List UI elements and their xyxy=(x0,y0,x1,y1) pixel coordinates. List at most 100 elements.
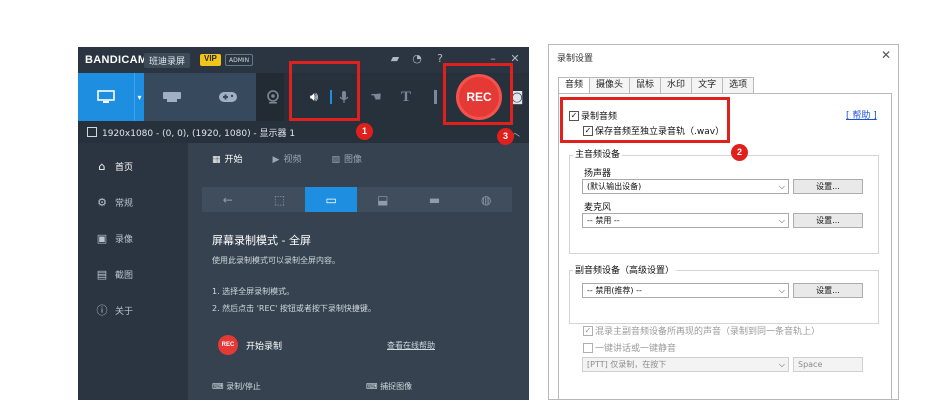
sidebar: ⌂ 首页 ⚙ 常规 ▣ 录像 ▤ 截图 ⓘ 关于 xyxy=(78,143,188,400)
sidebar-item-label: 录像 xyxy=(115,234,134,245)
chevron-down-icon: ⌵ xyxy=(778,216,785,225)
secondary-device-select[interactable]: -- 禁用(推荐) -- ⌵ xyxy=(582,283,789,298)
microphone-select[interactable]: -- 禁用 -- ⌵ xyxy=(582,213,789,228)
microphone-value: -- 禁用 -- xyxy=(587,216,620,225)
mode-hdmi[interactable]: ▬ xyxy=(409,187,461,212)
mix-audio-checkbox[interactable]: ✓ 混录主副音频设备所再现的声音（录制到同一条音轨上） xyxy=(583,324,820,337)
cursor-effect-toggle[interactable]: ☚ xyxy=(366,73,386,121)
sidebar-item-label: 首页 xyxy=(115,162,134,173)
speaker-settings-button[interactable]: 设置... xyxy=(793,179,863,194)
tab-webcam[interactable]: 摄像头 xyxy=(589,77,631,93)
app-name: 班迪录屏 xyxy=(144,53,191,68)
hdmi-icon xyxy=(163,92,181,102)
rec-mini-icon: REC xyxy=(218,335,238,355)
mode-game[interactable]: ◍ xyxy=(460,187,512,212)
cursor-icon: ☚ xyxy=(370,89,382,105)
close-icon[interactable]: ✕ xyxy=(881,48,891,62)
back-button[interactable]: ← xyxy=(202,187,254,212)
gear-icon: ⚙ xyxy=(97,195,107,209)
film-icon: ▦ xyxy=(212,155,221,165)
sidebar-item-video[interactable]: ▣ 录像 xyxy=(78,221,188,255)
sidebar-item-general[interactable]: ⚙ 常规 xyxy=(78,185,188,219)
ptt-hotkey-field[interactable]: Space xyxy=(793,357,863,372)
mode-title: 屏幕录制模式 - 全屏 xyxy=(212,234,311,247)
chevron-down-icon: ⌵ xyxy=(778,182,785,191)
tab-label: 视频 xyxy=(283,155,302,165)
pause-toggle[interactable] xyxy=(430,73,440,121)
speaker-label: 扬声器 xyxy=(584,169,612,179)
sidebar-item-home[interactable]: ⌂ 首页 xyxy=(78,149,188,183)
sidebar-item-label: 关于 xyxy=(115,306,134,317)
webcam-toggle[interactable] xyxy=(258,73,288,121)
main-panel: ▦ 开始 ▶ 视频 ▨ 图像 ← ⬚ ▭ ⬓ ▬ ◍ 屏幕录制模式 - 全屏 使用此录… xyxy=(188,143,529,400)
keyboard-icon: ⌨ xyxy=(366,382,381,391)
arrow-left-icon: ← xyxy=(222,192,233,207)
sidebar-item-about[interactable]: ⓘ 关于 xyxy=(78,293,188,327)
ptt-mode-value: [PTT] 仅录制，在按下 xyxy=(587,360,667,369)
push-to-talk-checkbox[interactable]: 一键讲话或一键静音 xyxy=(583,341,676,354)
image-icon: ▤ xyxy=(96,267,108,281)
hotkey-record-stop: ⌨ 录制/停止 xyxy=(212,381,261,392)
monitor-icon xyxy=(97,90,115,103)
online-help-link[interactable]: 查看在线帮助 xyxy=(387,340,435,351)
tab-start[interactable]: ▦ 开始 xyxy=(212,152,243,165)
help-link[interactable]: [ 帮助 ] xyxy=(846,108,877,121)
capture-info-text: 1920x1080 - (0, 0), (1920, 1080) - 显示器 1 xyxy=(102,129,296,139)
main-tabs: ▦ 开始 ▶ 视频 ▨ 图像 xyxy=(212,152,362,165)
secondary-device-value: -- 禁用(推荐) -- xyxy=(587,286,642,295)
speaker-value: (默认输出设备) xyxy=(587,182,642,191)
tab-watermark[interactable]: 水印 xyxy=(660,77,693,93)
hotkey-label: 捕捉图像 xyxy=(380,382,413,391)
annotation-badge-3: 3 xyxy=(497,128,514,145)
annotation-badge-1: 1 xyxy=(356,123,373,140)
secondary-settings-button[interactable]: 设置... xyxy=(793,283,863,298)
home-icon: ⌂ xyxy=(98,159,106,173)
main-audio-group-title: 主音频设备 xyxy=(573,147,623,160)
keyboard-icon: ⌨ xyxy=(212,382,227,391)
gamepad-icon: ◍ xyxy=(480,192,492,207)
tab-video[interactable]: ▶ 视频 xyxy=(273,152,302,165)
mode-rectangle[interactable]: ⬚ xyxy=(254,187,306,212)
chevron-down-icon: ⌵ xyxy=(778,360,785,369)
device-mode-button[interactable] xyxy=(144,73,200,121)
main-audio-group xyxy=(569,155,879,254)
admin-badge: ADMIN xyxy=(225,54,254,66)
game-mode-button[interactable] xyxy=(200,73,256,121)
annotation-badge-2: 2 xyxy=(731,144,748,161)
microphone-label: 麦克风 xyxy=(584,203,612,213)
monitor-icon: ▭ xyxy=(325,192,337,207)
vip-badge: VIP xyxy=(200,54,221,66)
speaker-select[interactable]: (默认输出设备) ⌵ xyxy=(582,179,789,194)
sidebar-item-label: 常规 xyxy=(115,198,134,209)
sidebar-item-image[interactable]: ▤ 截图 xyxy=(78,257,188,291)
tab-text[interactable]: 文字 xyxy=(691,77,724,93)
tab-audio[interactable]: 音频 xyxy=(558,77,591,94)
text-overlay-toggle[interactable]: T xyxy=(396,73,416,121)
folder-icon[interactable]: ▰ xyxy=(388,52,402,66)
ptt-mode-select[interactable]: [PTT] 仅录制，在按下 ⌵ xyxy=(582,357,789,372)
tab-options[interactable]: 选项 xyxy=(722,77,755,93)
start-record-button[interactable]: REC 开始录制 xyxy=(218,335,282,355)
step-2: 2. 然后点击 'REC' 按钮或者按下录制快捷键。 xyxy=(212,304,376,313)
info-icon: ⓘ xyxy=(96,304,108,317)
screen-mode-button[interactable] xyxy=(78,73,134,121)
tab-mouse[interactable]: 鼠标 xyxy=(629,77,662,93)
clock-icon[interactable]: ◔ xyxy=(410,52,424,66)
hotkey-label: 录制/停止 xyxy=(226,382,261,391)
push-to-talk-label: 一键讲话或一键静音 xyxy=(595,344,677,354)
tab-label: 图像 xyxy=(343,155,362,165)
mode-description: 使用此录制模式可以录制全屏内容。 xyxy=(212,256,340,265)
pause-icon xyxy=(433,90,437,104)
tab-image[interactable]: ▨ 图像 xyxy=(331,152,362,165)
region-icon xyxy=(87,127,97,137)
mode-fullscreen[interactable]: ▭ xyxy=(305,187,358,212)
settings-tabs: 音频 摄像头 鼠标 水印 文字 选项 xyxy=(558,77,755,94)
rectangle-icon: ⬚ xyxy=(273,192,286,207)
dialog-title: 录制设置 xyxy=(557,54,594,64)
screen-mode-dropdown[interactable]: ▾ xyxy=(134,73,144,121)
webcam-icon xyxy=(267,90,279,104)
microphone-settings-button[interactable]: 设置... xyxy=(793,213,863,228)
mode-selector: ← ⬚ ▭ ⬓ ▬ ◍ xyxy=(202,187,512,212)
mode-cursor[interactable]: ⬓ xyxy=(357,187,409,212)
chevron-down-icon: ▾ xyxy=(137,92,142,102)
